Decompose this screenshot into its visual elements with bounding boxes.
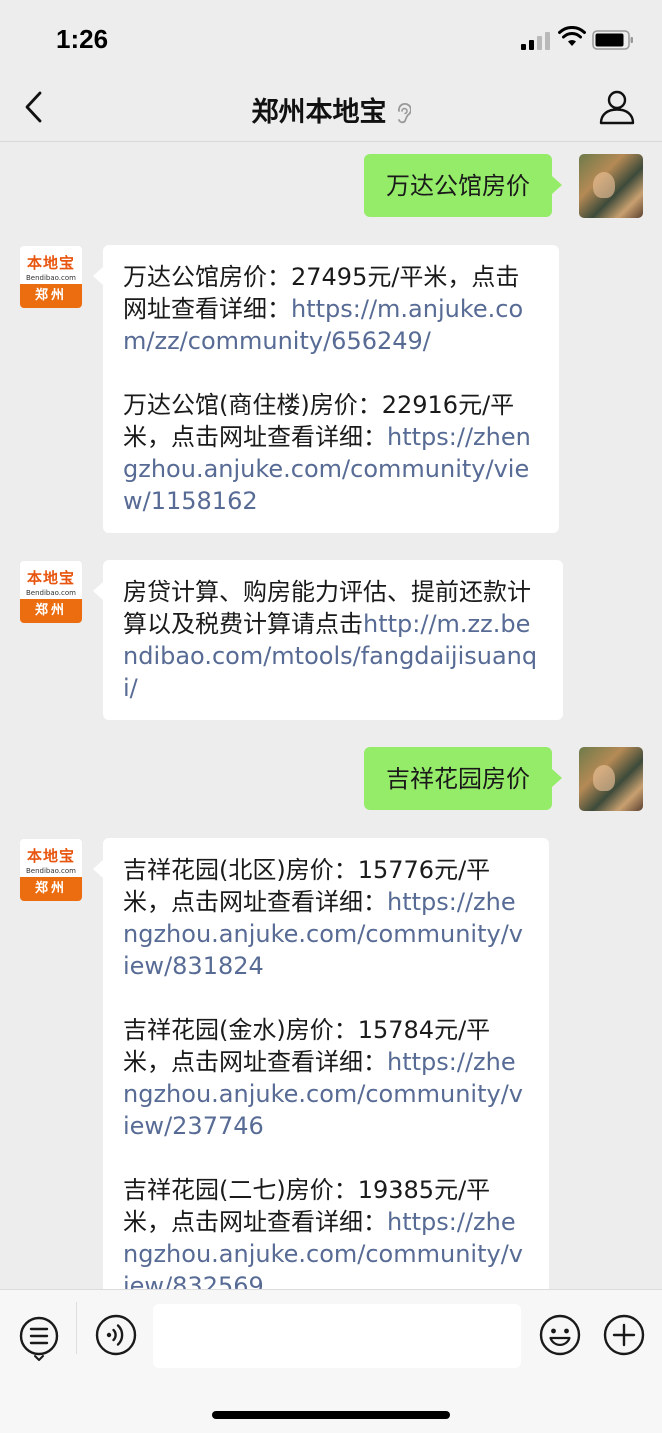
sent-message-bubble[interactable]: 吉祥花园房价 bbox=[364, 747, 562, 810]
ear-icon bbox=[397, 102, 411, 123]
person-icon[interactable] bbox=[598, 88, 636, 126]
sent-message-bubble[interactable]: 万达公馆房价 bbox=[364, 154, 562, 217]
list-icon[interactable] bbox=[18, 1315, 60, 1361]
chat-title-text: 郑州本地宝 bbox=[251, 97, 387, 128]
wifi-icon bbox=[558, 26, 586, 46]
input-bar bbox=[0, 1289, 662, 1433]
received-message-bubble[interactable]: 万达公馆房价：27495元/平米，点击网址查看详细：https://m.anju… bbox=[93, 245, 559, 533]
avatar-logo-text: 本地宝 bbox=[26, 254, 75, 272]
received-message-bubble[interactable]: 房贷计算、购房能力评估、提前还款计算以及税费计算请点击http://m.zz.b… bbox=[93, 560, 563, 720]
chat-area[interactable]: 万达公馆房价 本地宝 Bendibao.com 郑州 万达公馆房价：27495元… bbox=[0, 142, 662, 1289]
message-text: 万达公馆房价 bbox=[386, 172, 530, 200]
user-avatar[interactable] bbox=[579, 747, 643, 811]
chat-title: 郑州本地宝 bbox=[0, 90, 662, 129]
status-time: 1:26 bbox=[56, 24, 109, 54]
message-paragraph: 万达公馆房价：27495元/平米，点击网址查看详细：https://m.anju… bbox=[123, 261, 539, 357]
plus-icon[interactable] bbox=[602, 1313, 646, 1357]
avatar-logo-subtext: Bendibao.com bbox=[25, 589, 76, 597]
message-text: 吉祥花园房价 bbox=[386, 765, 530, 793]
message-paragraph: 吉祥花园(二七)房价：19385元/平米，点击网址查看详细：https://zh… bbox=[123, 1174, 529, 1289]
avatar-city: 郑州 bbox=[20, 877, 82, 901]
avatar-logo-subtext: Bendibao.com bbox=[25, 274, 76, 282]
message-paragraph: 吉祥花园(金水)房价：15784元/平米，点击网址查看详细：https://zh… bbox=[123, 1014, 529, 1142]
avatar-city: 郑州 bbox=[20, 599, 82, 623]
input-bar-divider bbox=[76, 1302, 77, 1354]
status-bar: 1:26 bbox=[0, 0, 662, 74]
avatar-logo: 本地宝 Bendibao.com bbox=[20, 839, 82, 879]
smiley-icon[interactable] bbox=[538, 1313, 582, 1357]
received-message-bubble[interactable]: 吉祥花园(北区)房价：15776元/平米，点击网址查看详细：https://zh… bbox=[93, 838, 549, 1289]
message-paragraph: 房贷计算、购房能力评估、提前还款计算以及税费计算请点击http://m.zz.b… bbox=[123, 576, 543, 704]
bendibao-avatar[interactable]: 本地宝 Bendibao.com 郑州 bbox=[19, 560, 83, 624]
user-avatar[interactable] bbox=[579, 154, 643, 218]
bendibao-avatar[interactable]: 本地宝 Bendibao.com 郑州 bbox=[19, 838, 83, 902]
message-input[interactable] bbox=[153, 1304, 521, 1368]
avatar-city: 郑州 bbox=[20, 284, 82, 308]
avatar-logo-text: 本地宝 bbox=[26, 847, 75, 865]
bendibao-avatar[interactable]: 本地宝 Bendibao.com 郑州 bbox=[19, 245, 83, 309]
voice-icon[interactable] bbox=[94, 1313, 138, 1357]
nav-bar: 郑州本地宝 bbox=[0, 74, 662, 142]
message-paragraph: 吉祥花园(北区)房价：15776元/平米，点击网址查看详细：https://zh… bbox=[123, 854, 529, 982]
avatar-logo-text: 本地宝 bbox=[26, 569, 75, 587]
avatar-logo: 本地宝 Bendibao.com bbox=[20, 561, 82, 601]
signal-icon bbox=[521, 30, 551, 50]
home-indicator[interactable] bbox=[212, 1411, 450, 1419]
battery-icon bbox=[592, 30, 633, 50]
avatar-logo: 本地宝 Bendibao.com bbox=[20, 246, 82, 286]
message-paragraph: 万达公馆(商住楼)房价：22916元/平米，点击网址查看详细：https://z… bbox=[123, 389, 539, 517]
avatar-logo-subtext: Bendibao.com bbox=[25, 867, 76, 875]
